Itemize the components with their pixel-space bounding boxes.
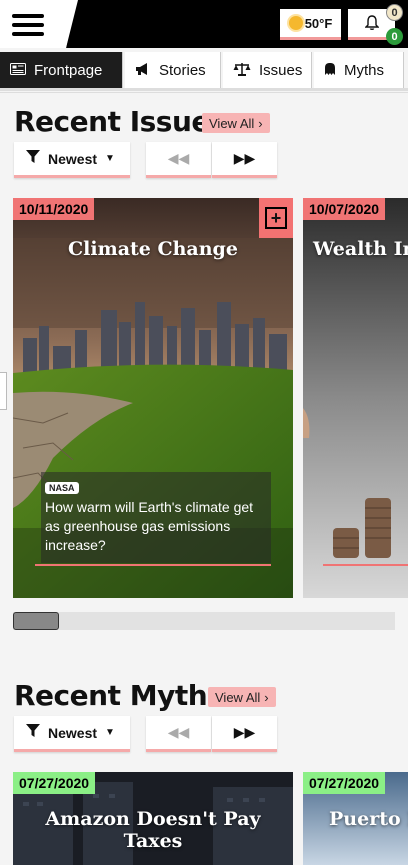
issues-prev-button[interactable]: ◀◀ (146, 142, 211, 178)
plus-square-icon: + (265, 207, 287, 229)
issues-view-all-label: View All (209, 115, 255, 131)
fast-forward-icon: ▶▶ (233, 150, 256, 166)
weather-widget[interactable]: 50°F (280, 9, 341, 40)
myths-view-all-button[interactable]: View All › (208, 687, 276, 707)
issue-caption-box: NASA How warm will Earth's climate get a… (41, 472, 271, 563)
myths-prev-button[interactable]: ◀◀ (146, 716, 211, 752)
issues-next-button[interactable]: ▶▶ (212, 142, 277, 178)
fast-backward-icon: ◀◀ (167, 150, 190, 166)
issue-card-title: Climate Change (68, 238, 238, 260)
issue-card[interactable]: 10/11/2020 + Climate Change NASA How war… (13, 198, 293, 598)
nav-myths[interactable]: Myths (314, 52, 404, 88)
issues-sort-dropdown[interactable]: Newest ▼ (14, 142, 130, 178)
fast-backward-icon: ◀◀ (167, 724, 190, 740)
myth-card-title: Puerto R (329, 808, 408, 830)
filter-icon (26, 150, 40, 167)
message-count-badge: 0 (386, 28, 403, 45)
carousel-left-handle[interactable] (0, 372, 7, 410)
issues-scrollbar-track[interactable] (13, 612, 395, 630)
myth-date-badge: 07/27/2020 (303, 772, 386, 794)
main-nav: Frontpage Stories Issues Myths (0, 52, 408, 91)
caret-down-icon: ▼ (105, 153, 115, 164)
myth-card-title: Amazon Doesn't Pay Taxes (45, 808, 261, 852)
weather-temperature: 50°F (304, 15, 333, 31)
bell-icon (364, 15, 379, 30)
nav-label-myths: Myths (344, 61, 385, 79)
fast-forward-icon: ▶▶ (233, 724, 256, 740)
nav-stories[interactable]: Stories (125, 52, 221, 88)
top-bar: 50°F 0 0 (0, 0, 408, 48)
card-accent-line (323, 564, 408, 566)
recent-myths-heading: Recent Myths (14, 679, 224, 712)
issues-pager: ◀◀ ▶▶ (146, 142, 277, 178)
issue-card-title: Wealth Ine (313, 238, 408, 260)
issues-view-all-button[interactable]: View All › (202, 113, 270, 133)
nav-divider (0, 92, 408, 93)
source-tag: NASA (45, 482, 79, 494)
issues-sort-label: Newest (48, 150, 98, 167)
myths-sort-label: Newest (48, 724, 98, 741)
myths-pager: ◀◀ ▶▶ (146, 716, 277, 752)
issue-caption-text: How warm will Earth's climate get as gre… (45, 499, 254, 553)
add-to-collection-button[interactable]: + (259, 198, 293, 238)
filter-icon (26, 724, 40, 741)
issue-card[interactable]: 10/07/2020 Wealth Ine (303, 198, 408, 598)
card-accent-line (35, 564, 271, 566)
nav-label-frontpage: Frontpage (34, 61, 103, 79)
myth-card[interactable]: 07/27/2020 Amazon Doesn't Pay Taxes (13, 772, 293, 865)
hamburger-menu-icon[interactable] (12, 14, 44, 36)
nav-label-issues: Issues (259, 61, 303, 79)
recent-issues-heading: Recent Issues (14, 105, 227, 138)
nav-label-stories: Stories (159, 61, 206, 79)
myths-next-button[interactable]: ▶▶ (212, 716, 277, 752)
myth-card[interactable]: 07/27/2020 Puerto R (303, 772, 408, 865)
issues-scrollbar-thumb[interactable] (13, 612, 59, 630)
nav-issues[interactable]: Issues (223, 52, 312, 88)
myths-view-all-label: View All (215, 689, 261, 705)
issue-date-badge: 10/11/2020 (13, 198, 95, 220)
scales-icon (233, 62, 251, 79)
chevron-right-icon: › (258, 115, 263, 131)
myths-sort-dropdown[interactable]: Newest ▼ (14, 716, 130, 752)
megaphone-icon (135, 62, 151, 79)
myth-date-badge: 07/27/2020 (13, 772, 96, 794)
issue-date-badge: 10/07/2020 (303, 198, 386, 220)
sun-icon (288, 16, 303, 30)
newspaper-icon (10, 62, 26, 78)
notification-count-badge: 0 (386, 4, 403, 21)
ghost-icon (324, 62, 336, 79)
chevron-right-icon: › (264, 689, 269, 705)
nav-frontpage[interactable]: Frontpage (0, 52, 123, 88)
caret-down-icon: ▼ (105, 727, 115, 738)
